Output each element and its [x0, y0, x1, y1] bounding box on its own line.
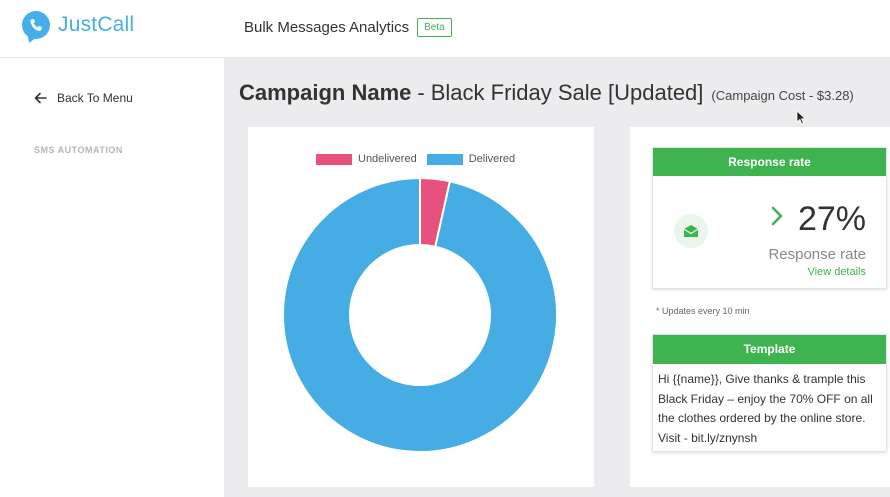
delivery-chart-card: Undelivered Delivered: [248, 127, 594, 487]
response-rate-value: 27%: [797, 200, 866, 238]
mouse-cursor-icon: [796, 110, 806, 125]
sidebar: Back To Menu SMS AUTOMATION: [0, 58, 224, 497]
campaign-name: Black Friday Sale [Updated]: [430, 80, 704, 105]
view-details-link[interactable]: View details: [808, 266, 867, 278]
back-to-menu-label: Back To Menu: [57, 91, 133, 105]
donut-slice-delivered[interactable]: [282, 176, 558, 453]
response-rate-panel: Response rate 27% Response rate View det…: [652, 147, 887, 289]
justcall-logo[interactable]: JustCall: [22, 11, 134, 39]
page-heading: Bulk Messages Analytics Beta: [244, 18, 452, 37]
back-to-menu-link[interactable]: Back To Menu: [34, 91, 133, 105]
campaign-separator: -: [417, 80, 425, 105]
envelope-open-icon: [683, 225, 699, 237]
chevron-right-icon: [771, 206, 783, 226]
update-note: * Updates every 10 min: [656, 306, 750, 316]
response-rate-header: Response rate: [653, 148, 886, 176]
template-text: Hi {{name}}, Give thanks & trample this …: [658, 372, 873, 445]
phone-bubble-icon: [22, 11, 50, 39]
logo-text: JustCall: [58, 13, 135, 36]
response-rate-label: Response rate: [768, 246, 866, 263]
template-header: Template: [653, 335, 886, 364]
page-title: Bulk Messages Analytics: [244, 19, 410, 36]
template-panel: Template Hi {{name}}, Give thanks & tram…: [652, 334, 887, 452]
arrow-left-icon: [34, 92, 47, 104]
campaign-label: Campaign Name: [239, 80, 412, 105]
sms-automation-section[interactable]: SMS AUTOMATION: [34, 145, 123, 155]
response-icon-circle: [674, 214, 708, 248]
campaign-title: Campaign Name - Black Friday Sale [Updat…: [239, 80, 854, 106]
beta-badge: Beta: [417, 18, 452, 37]
delivery-donut-chart: [282, 176, 558, 453]
campaign-cost: (Campaign Cost - $3.28): [711, 88, 854, 103]
top-bar: JustCall Bulk Messages Analytics Beta: [0, 0, 890, 58]
